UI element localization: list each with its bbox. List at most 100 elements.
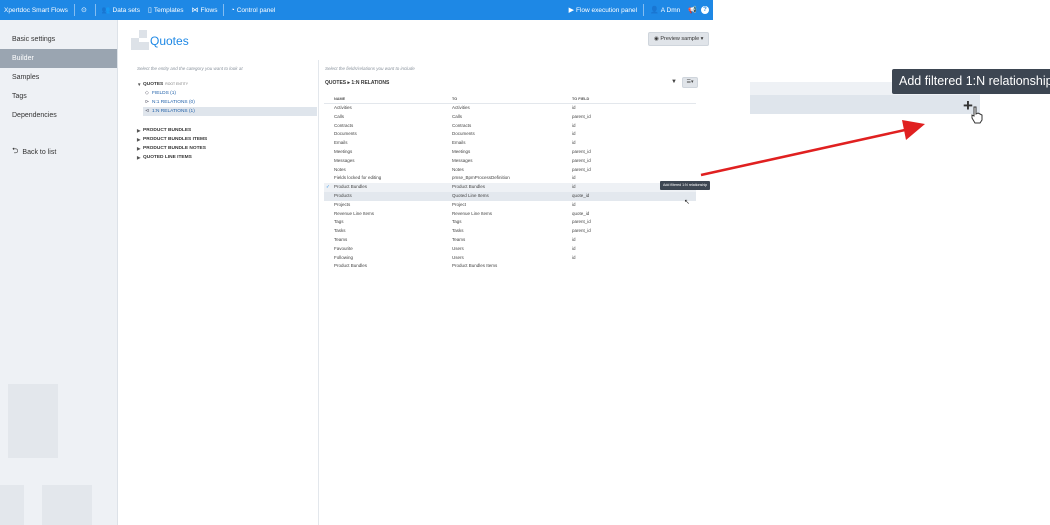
column-header-name[interactable]: NAME xyxy=(324,95,452,103)
caret-down-icon: ▾ xyxy=(699,36,704,42)
cell-to-field: parent_id xyxy=(572,113,591,119)
relations-table: NAME TO TO FIELD Activities Activities id C… xyxy=(324,95,696,271)
decorative-shape xyxy=(42,485,92,525)
cell-to-field: quote_id xyxy=(572,192,590,198)
sidebar-item-dependencies[interactable]: Dependencies xyxy=(0,106,117,125)
column-header-to[interactable]: TO xyxy=(452,95,572,103)
zoom-row-highlight xyxy=(750,95,980,114)
cell-to: Product Bundles Items xyxy=(452,263,498,269)
help-icon[interactable]: ? xyxy=(701,6,709,14)
table-body: Activities Activities id Calls Calls parent_i… xyxy=(324,104,696,271)
top-navigation-bar: Xpertdoc Smart Flows ⊙ 👥 Data sets ▯ Templ… xyxy=(0,0,713,20)
cell-to: Notes xyxy=(452,166,464,172)
table-row[interactable]: Favourite Users id xyxy=(324,245,696,254)
cell-to: Messages xyxy=(452,157,473,163)
decorative-shape xyxy=(8,384,58,458)
table-row[interactable]: Tasks Tasks parent_id xyxy=(324,227,696,236)
table-row[interactable]: Teams Teams id xyxy=(324,236,696,245)
table-row[interactable]: Contracts Contracts id xyxy=(324,122,696,131)
tree-item-1n-relations[interactable]: ⊲ 1:N RELATIONS (1) xyxy=(143,107,317,116)
fields-hint: Select the fields/relations you want to … xyxy=(325,66,415,71)
cell-to: Quoted Line Items xyxy=(452,192,489,198)
main-content: Quotes ◉ Preview sample ▾ Select the ent… xyxy=(119,20,713,525)
cell-name: Tasks xyxy=(334,228,346,234)
cell-to: Contracts xyxy=(452,122,472,128)
cell-to-field: id xyxy=(572,122,576,128)
decorative-shape xyxy=(0,485,24,525)
cell-to-field: parent_id xyxy=(572,166,591,172)
cell-name: Projects xyxy=(334,201,351,207)
cell-to-field: parent_id xyxy=(572,228,591,234)
sidebar-item-tags[interactable]: Tags xyxy=(0,87,117,106)
tree-item-product-bundle-notes[interactable]: ▶ PRODUCT BUNDLE NOTES xyxy=(137,144,319,153)
cell-to: Users xyxy=(452,245,464,251)
cell-to-field: quote_id xyxy=(572,210,590,216)
app-name[interactable]: Xpertdoc Smart Flows xyxy=(0,0,72,20)
cell-name: Contracts xyxy=(334,122,354,128)
table-row[interactable]: Messages Messages parent_id xyxy=(324,157,696,166)
cursor-icon: ↖ xyxy=(684,199,690,206)
table-row[interactable]: Fields locked for editing pmse_BpmProcess… xyxy=(324,174,696,183)
preview-sample-button[interactable]: ◉ Preview sample ▾ xyxy=(648,32,710,46)
cell-to: Documents xyxy=(452,131,475,137)
gauge-icon: ◔ xyxy=(230,6,235,14)
nav-templates[interactable]: ▯ Templates xyxy=(144,0,187,20)
tree-root-quotes[interactable]: ▼ QUOTES ROOT ENTITY xyxy=(137,80,319,89)
sidebar-item-basic-settings[interactable]: Basic settings xyxy=(0,30,117,49)
divider xyxy=(94,4,96,16)
view-options-button[interactable]: ☰▾ xyxy=(682,77,698,88)
divider xyxy=(223,4,225,16)
table-row[interactable]: Activities Activities id xyxy=(324,104,696,113)
table-row[interactable]: Products Quoted Line Items quote_id xyxy=(324,191,696,201)
cell-name: ✓ Product Bundles xyxy=(324,183,452,192)
cell-name: Products xyxy=(334,192,352,198)
column-header-to-field[interactable]: TO FIELD xyxy=(572,95,696,103)
cell-to: Teams xyxy=(452,236,466,242)
table-row[interactable]: ✓ Product Bundles Product Bundles id xyxy=(324,183,696,192)
page-title: Quotes xyxy=(150,34,189,48)
cell-name: Notes xyxy=(334,166,346,172)
back-to-list-link[interactable]: ⮌ Back to list xyxy=(0,145,117,159)
nav-flows[interactable]: ⋈ Flows xyxy=(187,0,221,20)
cell-to-field: id xyxy=(572,236,576,242)
sidebar-item-builder[interactable]: Builder xyxy=(0,49,117,68)
tree-item-quoted-line-items[interactable]: ▶ QUOTED LINE ITEMS xyxy=(137,153,319,162)
table-row[interactable]: Notes Notes parent_id xyxy=(324,166,696,175)
table-row[interactable]: Meetings Meetings parent_id xyxy=(324,148,696,157)
table-row[interactable]: Emails Emails id xyxy=(324,139,696,148)
user-menu[interactable]: 👤 A Dmn xyxy=(646,0,684,20)
table-row[interactable]: Projects Project id xyxy=(324,201,696,210)
flow-execution-panel-link[interactable]: ▶ Flow execution panel xyxy=(565,0,641,20)
cell-name: Fields locked for editing xyxy=(334,175,382,181)
nav-data-sets[interactable]: 👥 Data sets xyxy=(98,0,144,20)
tree-item-product-bundles-items[interactable]: ▶ PRODUCT BUNDLES ITEMS xyxy=(137,135,319,144)
table-row[interactable]: Calls Calls parent_id xyxy=(324,113,696,122)
play-icon: ▶ xyxy=(568,6,574,14)
tree-item-fields[interactable]: ◇ FIELDS (1) xyxy=(137,89,319,98)
table-row[interactable]: Tags Tags parent_id xyxy=(324,218,696,227)
filter-icon[interactable]: ▼ xyxy=(671,79,677,85)
cell-name: Teams xyxy=(334,236,348,242)
tree-item-product-bundles[interactable]: ▶ PRODUCT BUNDLES xyxy=(137,126,319,135)
table-row[interactable]: Product Bundles Product Bundles Items xyxy=(324,262,696,271)
cell-to-field xyxy=(572,262,696,271)
tree-item-n1-relations[interactable]: ⊳ N:1 RELATIONS (0) xyxy=(137,98,319,107)
cell-name: Revenue Line Items xyxy=(334,210,375,216)
cell-to: Project xyxy=(452,201,467,207)
nav-control-panel[interactable]: ◔ Control panel xyxy=(226,0,279,20)
table-row[interactable]: Documents Documents id xyxy=(324,130,696,139)
table-row[interactable]: Revenue Line Items Revenue Line Items quot… xyxy=(324,210,696,219)
cell-name: Emails xyxy=(334,140,348,146)
dashboard-icon[interactable]: ⊙ xyxy=(77,0,93,20)
table-row[interactable]: Following Users id xyxy=(324,254,696,263)
notifications-icon[interactable]: 📢? xyxy=(684,0,713,20)
breadcrumb: QUOTES ▸ 1:N RELATIONS xyxy=(325,80,390,86)
cell-to: Tags xyxy=(452,219,462,225)
divider xyxy=(73,4,75,16)
cell-to-field: parent_id xyxy=(572,157,591,163)
cell-to-field: id xyxy=(572,105,576,110)
cell-name: Favourite xyxy=(334,245,353,251)
relation-icon: ⊳ xyxy=(145,99,150,105)
sidebar-item-samples[interactable]: Samples xyxy=(0,68,117,87)
checkmark-icon[interactable]: ✓ xyxy=(326,183,330,192)
